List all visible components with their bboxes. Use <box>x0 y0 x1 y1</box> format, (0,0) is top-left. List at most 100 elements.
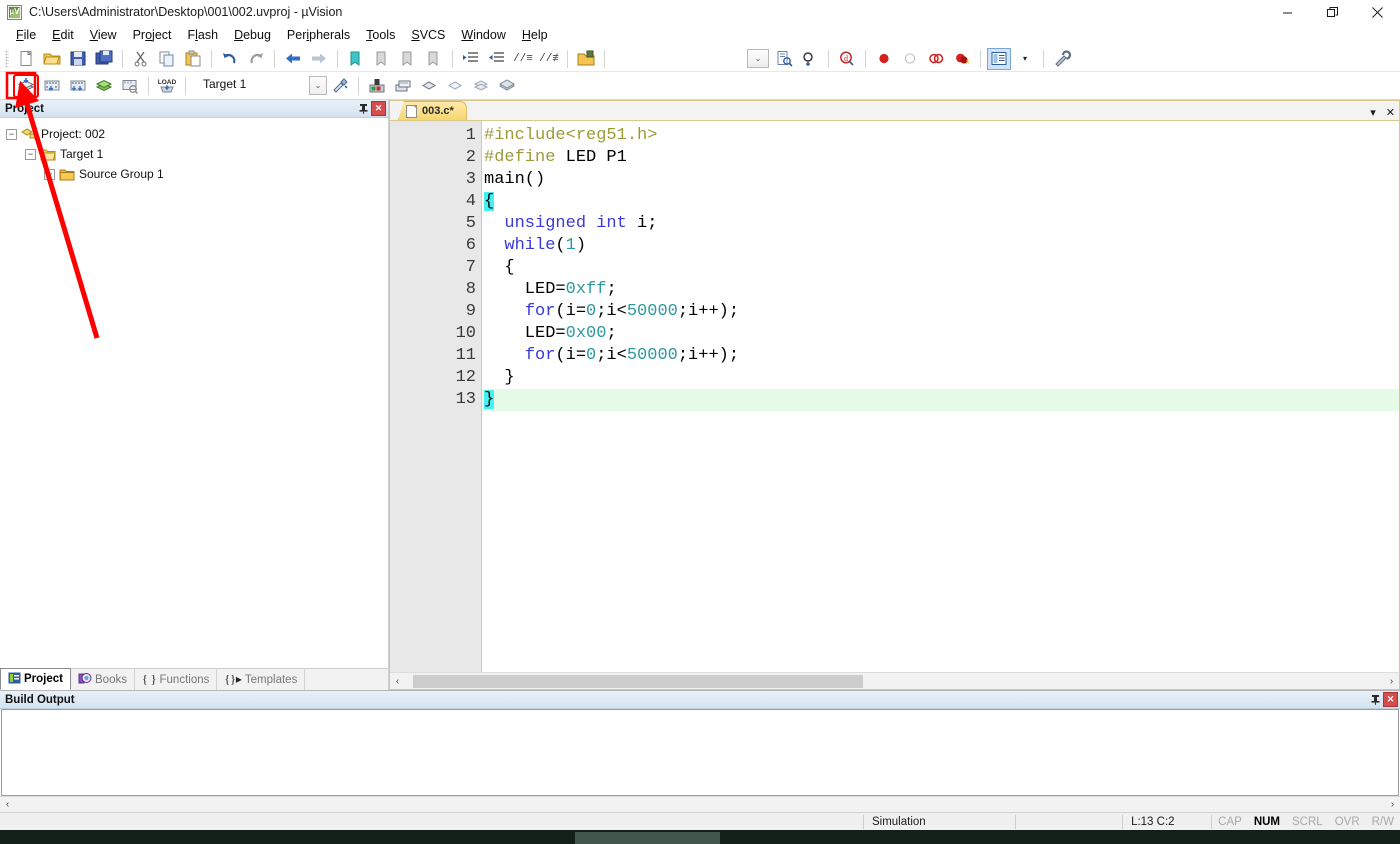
code-text[interactable]: #include<reg51.h> #define LED P1 main(){ u… <box>482 121 1399 672</box>
breakpoint-disable-all-button[interactable] <box>924 48 948 70</box>
paste-button[interactable] <box>181 48 205 70</box>
undo-button[interactable] <box>218 48 242 70</box>
batch-build-button[interactable] <box>92 75 116 97</box>
toolbar-grip[interactable] <box>5 49 9 68</box>
pane-tab-templates[interactable]: {}▸ Templates <box>217 669 306 690</box>
editor-scroll-track[interactable] <box>405 674 1384 688</box>
redo-button[interactable] <box>244 48 268 70</box>
document-tab-003c[interactable]: 003.c* <box>398 101 467 120</box>
scroll-right-icon[interactable]: › <box>1384 676 1399 687</box>
editor-horizontal-scrollbar[interactable]: ‹ › <box>390 672 1399 689</box>
open-file-explorer-button[interactable] <box>574 48 598 70</box>
menu-item-svcs[interactable]: SVCS <box>403 26 453 44</box>
menu-item-edit[interactable]: Edit <box>44 26 82 44</box>
find-in-files-button[interactable] <box>772 48 796 70</box>
project-pane-close-icon[interactable]: ✕ <box>371 101 386 116</box>
find-button[interactable] <box>798 48 822 70</box>
expand-icon[interactable]: + <box>44 168 55 180</box>
project-item-2-button[interactable] <box>469 75 493 97</box>
download-button[interactable]: LOAD <box>155 75 179 97</box>
save-all-button[interactable] <box>92 48 116 70</box>
menu-item-tools[interactable]: Tools <box>358 26 403 44</box>
code-line[interactable]: unsigned int i; <box>482 213 1399 235</box>
debug-query-button[interactable]: d <box>835 48 859 70</box>
project-item-3-button[interactable] <box>495 75 519 97</box>
comment-button[interactable]: //≡ <box>511 48 535 70</box>
minimize-button[interactable] <box>1265 0 1310 24</box>
pin-icon[interactable] <box>356 101 371 116</box>
breakpoint-kill-all-button[interactable]: x <box>950 48 974 70</box>
code-line[interactable]: for(i=0;i<50000;i++); <box>482 301 1399 323</box>
bookmark-toggle-button[interactable] <box>344 48 368 70</box>
code-line[interactable]: for(i=0;i<50000;i++); <box>482 345 1399 367</box>
pane-tab-functions[interactable]: { } Functions <box>135 669 218 690</box>
uncomment-button[interactable]: //≢ <box>537 48 561 70</box>
translate-button[interactable] <box>13 73 39 98</box>
code-line[interactable]: { <box>482 191 1399 213</box>
menu-item-project[interactable]: Project <box>125 26 180 44</box>
build-output-horizontal-scrollbar[interactable]: ‹ › <box>0 796 1400 812</box>
window-layout-arrow[interactable]: ▾ <box>1013 48 1037 70</box>
scroll-left-icon[interactable]: ‹ <box>0 799 15 810</box>
bookmark-prev-button[interactable] <box>370 48 394 70</box>
pin-icon[interactable] <box>1368 692 1383 707</box>
taskbar-item[interactable] <box>575 832 720 844</box>
breakpoint-insert-button[interactable] <box>872 48 896 70</box>
menu-item-window[interactable]: Window <box>453 26 513 44</box>
build-output-text[interactable] <box>1 709 1399 796</box>
project-tree[interactable]: − Project: 002− Target 1 + Source Group 1 <box>0 118 388 668</box>
pane-tab-books[interactable]: Books <box>71 669 135 690</box>
scroll-left-icon[interactable]: ‹ <box>390 676 405 687</box>
new-file-button[interactable] <box>14 48 38 70</box>
find-combo-arrow[interactable]: ⌄ <box>746 48 770 70</box>
build-button[interactable] <box>40 75 64 97</box>
build-toolbar-grip[interactable] <box>5 76 9 95</box>
open-file-button[interactable] <box>40 48 64 70</box>
code-line[interactable]: while(1) <box>482 235 1399 257</box>
collapse-icon[interactable]: − <box>6 128 17 140</box>
scroll-right-icon[interactable]: › <box>1385 799 1400 810</box>
cut-button[interactable] <box>129 48 153 70</box>
rebuild-button[interactable] <box>66 75 90 97</box>
code-view[interactable]: 1 2 3 4 5 6 7 8 9 10 11 12 13 #include<reg51.h> #defi… <box>390 121 1399 672</box>
tree-item-target-1[interactable]: − Target 1 <box>6 144 388 164</box>
configuration-wizard-button[interactable] <box>1050 48 1074 70</box>
menu-item-peripherals[interactable]: Peripherals <box>279 26 358 44</box>
manage-project-items-button[interactable] <box>391 75 415 97</box>
menu-item-debug[interactable]: Debug <box>226 26 279 44</box>
copy-button[interactable] <box>155 48 179 70</box>
bookmark-next-button[interactable] <box>396 48 420 70</box>
target-selector[interactable]: Target 1 ⌄ <box>197 75 327 97</box>
tree-item-project-002[interactable]: − Project: 002 <box>6 124 388 144</box>
pane-tab-project[interactable]: Project <box>0 668 71 690</box>
code-line[interactable]: #define LED P1 <box>482 147 1399 169</box>
menu-item-view[interactable]: View <box>82 26 125 44</box>
navigate-forward-button[interactable] <box>307 48 331 70</box>
code-line[interactable]: } <box>482 367 1399 389</box>
editor-close-icon[interactable]: ✕ <box>1386 108 1395 119</box>
build-output-close-icon[interactable]: ✕ <box>1383 692 1398 707</box>
code-line[interactable]: #include<reg51.h> <box>482 125 1399 147</box>
navigate-back-button[interactable] <box>281 48 305 70</box>
code-line[interactable]: main() <box>482 169 1399 191</box>
code-line[interactable]: LED=0xff; <box>482 279 1399 301</box>
target-options-wizard-button[interactable] <box>328 75 352 97</box>
editor-scroll-thumb[interactable] <box>413 674 863 688</box>
code-line[interactable]: } <box>482 389 1399 411</box>
code-line[interactable]: LED=0x00; <box>482 323 1399 345</box>
manage-multi-project-button[interactable] <box>417 75 441 97</box>
outdent-button[interactable] <box>485 48 509 70</box>
chevron-down-icon[interactable]: ⌄ <box>309 76 327 95</box>
menu-item-flash[interactable]: Flash <box>180 26 227 44</box>
target-options-button[interactable] <box>365 75 389 97</box>
close-button[interactable] <box>1355 0 1400 24</box>
chevron-down-icon[interactable]: ▾ <box>1370 108 1376 119</box>
collapse-icon[interactable]: − <box>25 148 36 160</box>
menu-item-help[interactable]: Help <box>514 26 556 44</box>
breakpoint-disable-button[interactable] <box>898 48 922 70</box>
indent-button[interactable] <box>459 48 483 70</box>
bookmark-clear-button[interactable] <box>422 48 446 70</box>
stop-build-button[interactable] <box>118 75 142 97</box>
tree-item-source-group-1[interactable]: + Source Group 1 <box>6 164 388 184</box>
menu-item-file[interactable]: File <box>8 26 44 44</box>
